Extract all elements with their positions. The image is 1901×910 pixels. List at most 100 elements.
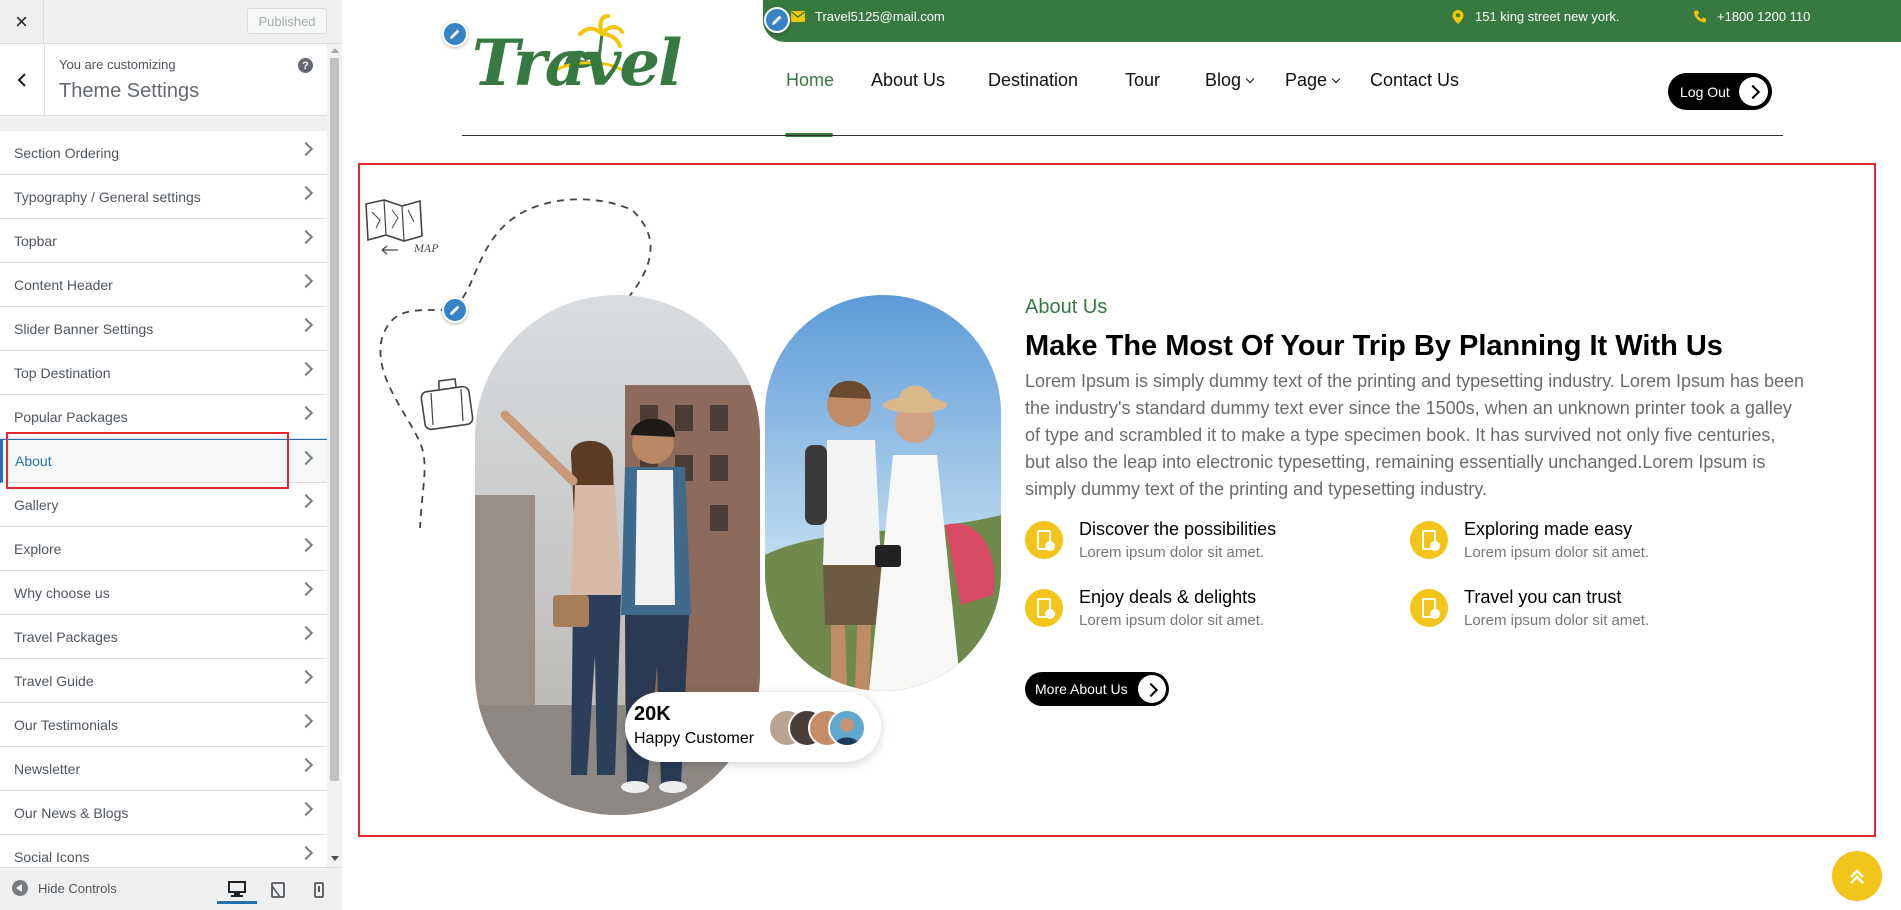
feature-item: Enjoy deals & delights Lorem ipsum dolor… <box>1025 585 1345 635</box>
nav-about-us[interactable]: About Us <box>871 70 945 91</box>
logout-button[interactable]: Log Out <box>1668 73 1772 110</box>
section-item-slider-banner[interactable]: Slider Banner Settings <box>0 307 327 351</box>
header-divider <box>462 135 1783 136</box>
help-icon[interactable]: ? <box>298 58 313 73</box>
site-logo[interactable]: Travel <box>472 14 682 124</box>
nav-destination[interactable]: Destination <box>988 70 1078 91</box>
chevron-left-icon <box>17 73 26 87</box>
section-item-label: Our Testimonials <box>14 716 119 733</box>
arrow-right-icon <box>1138 675 1166 703</box>
topbar-address: 151 king street new york. <box>1451 9 1620 24</box>
customer-avatar <box>828 709 866 747</box>
section-item-label: Why choose us <box>14 584 110 601</box>
hide-controls-label: Hide Controls <box>38 880 117 896</box>
customizer-footer: Hide Controls <box>0 867 342 910</box>
feature-item: Discover the possibilities Lorem ipsum d… <box>1025 517 1345 567</box>
chevron-right-icon <box>298 361 314 377</box>
chevron-down-icon <box>1245 74 1255 84</box>
nav-home[interactable]: Home <box>786 70 834 91</box>
topbar-email[interactable]: Travel5125@mail.com <box>791 9 945 24</box>
feature-desc: Lorem ipsum dolor sit amet. <box>1079 612 1265 629</box>
customizer-app: × Published You are customizing Theme Se… <box>0 0 1901 910</box>
double-chevron-up-icon <box>1850 869 1864 884</box>
feature-desc: Lorem ipsum dolor sit amet. <box>1464 612 1650 629</box>
about-edit-shortcut[interactable] <box>442 297 468 323</box>
section-item-label: Top Destination <box>14 364 111 381</box>
section-item-popular-packages[interactable]: Popular Packages <box>0 395 327 439</box>
more-about-us-button[interactable]: More About Us <box>1025 672 1169 706</box>
logo-edit-shortcut[interactable] <box>442 21 468 47</box>
customizer-header: × Published <box>0 0 342 44</box>
topbar-edit-shortcut[interactable] <box>764 7 790 33</box>
section-item-testimonials[interactable]: Our Testimonials <box>0 703 327 747</box>
section-item-topbar[interactable]: Topbar <box>0 219 327 263</box>
phone-icon <box>1693 10 1706 23</box>
chevron-right-icon <box>298 845 314 861</box>
section-item-content-header[interactable]: Content Header <box>0 263 327 307</box>
back-button[interactable] <box>0 44 45 116</box>
chevron-right-icon <box>298 537 314 553</box>
section-item-label: Travel Packages <box>14 628 118 645</box>
chevron-right-icon <box>298 317 314 333</box>
section-item-label: Gallery <box>14 496 59 513</box>
section-item-label: Content Header <box>14 276 113 293</box>
pencil-icon <box>772 15 782 25</box>
section-item-about[interactable]: About <box>0 439 327 483</box>
topbar-address-text: 151 king street new york. <box>1475 9 1620 24</box>
section-item-explore[interactable]: Explore <box>0 527 327 571</box>
section-item-travel-packages[interactable]: Travel Packages <box>0 615 327 659</box>
scroll-up-arrow[interactable] <box>331 48 339 53</box>
chevron-right-icon <box>298 581 314 597</box>
scroll-to-top-button[interactable] <box>1832 851 1882 901</box>
nav-page[interactable]: Page <box>1285 70 1341 91</box>
about-description: Lorem Ipsum is simply dummy text of the … <box>1025 371 1805 499</box>
preview-mobile-button[interactable] <box>299 876 339 904</box>
section-item-newsletter[interactable]: Newsletter <box>0 747 327 791</box>
section-item-travel-guide[interactable]: Travel Guide <box>0 659 327 703</box>
chevron-right-icon <box>298 669 314 685</box>
panel-title: Theme Settings <box>59 80 200 102</box>
map-doodle-icon <box>365 199 423 255</box>
hide-controls-button[interactable]: Hide Controls <box>12 880 117 896</box>
section-item-typography[interactable]: Typography / General settings <box>0 175 327 219</box>
chevron-down-icon <box>1331 74 1341 84</box>
section-item-top-destination[interactable]: Top Destination <box>0 351 327 395</box>
section-item-why-choose-us[interactable]: Why choose us <box>0 571 327 615</box>
section-item-label: Typography / General settings <box>14 188 201 205</box>
chevron-right-icon <box>298 450 314 466</box>
map-doodle-label: MAP <box>414 244 439 255</box>
preview-tablet-button[interactable] <box>258 876 298 904</box>
feature-desc: Lorem ipsum dolor sit amet. <box>1464 544 1650 561</box>
section-item-section-ordering[interactable]: Section Ordering <box>0 131 327 175</box>
logout-label: Log Out <box>1680 83 1730 100</box>
customizing-label: You are customizing <box>59 57 176 72</box>
sidebar-scrollbar[interactable] <box>327 44 342 867</box>
luggage-check-icon <box>1410 589 1448 627</box>
chevron-right-icon <box>298 273 314 289</box>
happy-customer-label: Happy Customer <box>634 730 755 747</box>
section-item-label: Our News & Blogs <box>14 804 129 821</box>
close-icon: × <box>15 9 28 34</box>
section-item-news-blogs[interactable]: Our News & Blogs <box>0 791 327 835</box>
scrollbar-thumb[interactable] <box>330 58 339 781</box>
luggage-check-icon <box>1410 521 1448 559</box>
topbar-email-text: Travel5125@mail.com <box>815 9 945 24</box>
preview-desktop-button[interactable] <box>217 876 257 904</box>
nav-blog[interactable]: Blog <box>1205 70 1255 91</box>
feature-title: Discover the possibilities <box>1079 519 1277 539</box>
feature-title: Enjoy deals & delights <box>1079 587 1257 607</box>
close-customizer-button[interactable]: × <box>0 0 44 44</box>
nav-contact-us[interactable]: Contact Us <box>1370 70 1459 91</box>
publish-button[interactable]: Published <box>247 8 327 34</box>
tablet-icon <box>271 882 285 898</box>
nav-tour[interactable]: Tour <box>1125 70 1160 91</box>
section-item-label: Social Icons <box>14 848 90 865</box>
topbar-phone[interactable]: +1800 1200 110 <box>1693 9 1810 24</box>
desktop-icon <box>228 880 246 897</box>
about-title: Make The Most Of Your Trip By Planning I… <box>1025 330 1723 362</box>
suitcase-doodle-icon <box>420 378 474 431</box>
panel-info: You are customizing Theme Settings ? <box>0 44 327 116</box>
section-item-gallery[interactable]: Gallery <box>0 483 327 527</box>
arrow-right-icon <box>1739 77 1768 106</box>
scroll-down-arrow[interactable] <box>331 856 339 861</box>
